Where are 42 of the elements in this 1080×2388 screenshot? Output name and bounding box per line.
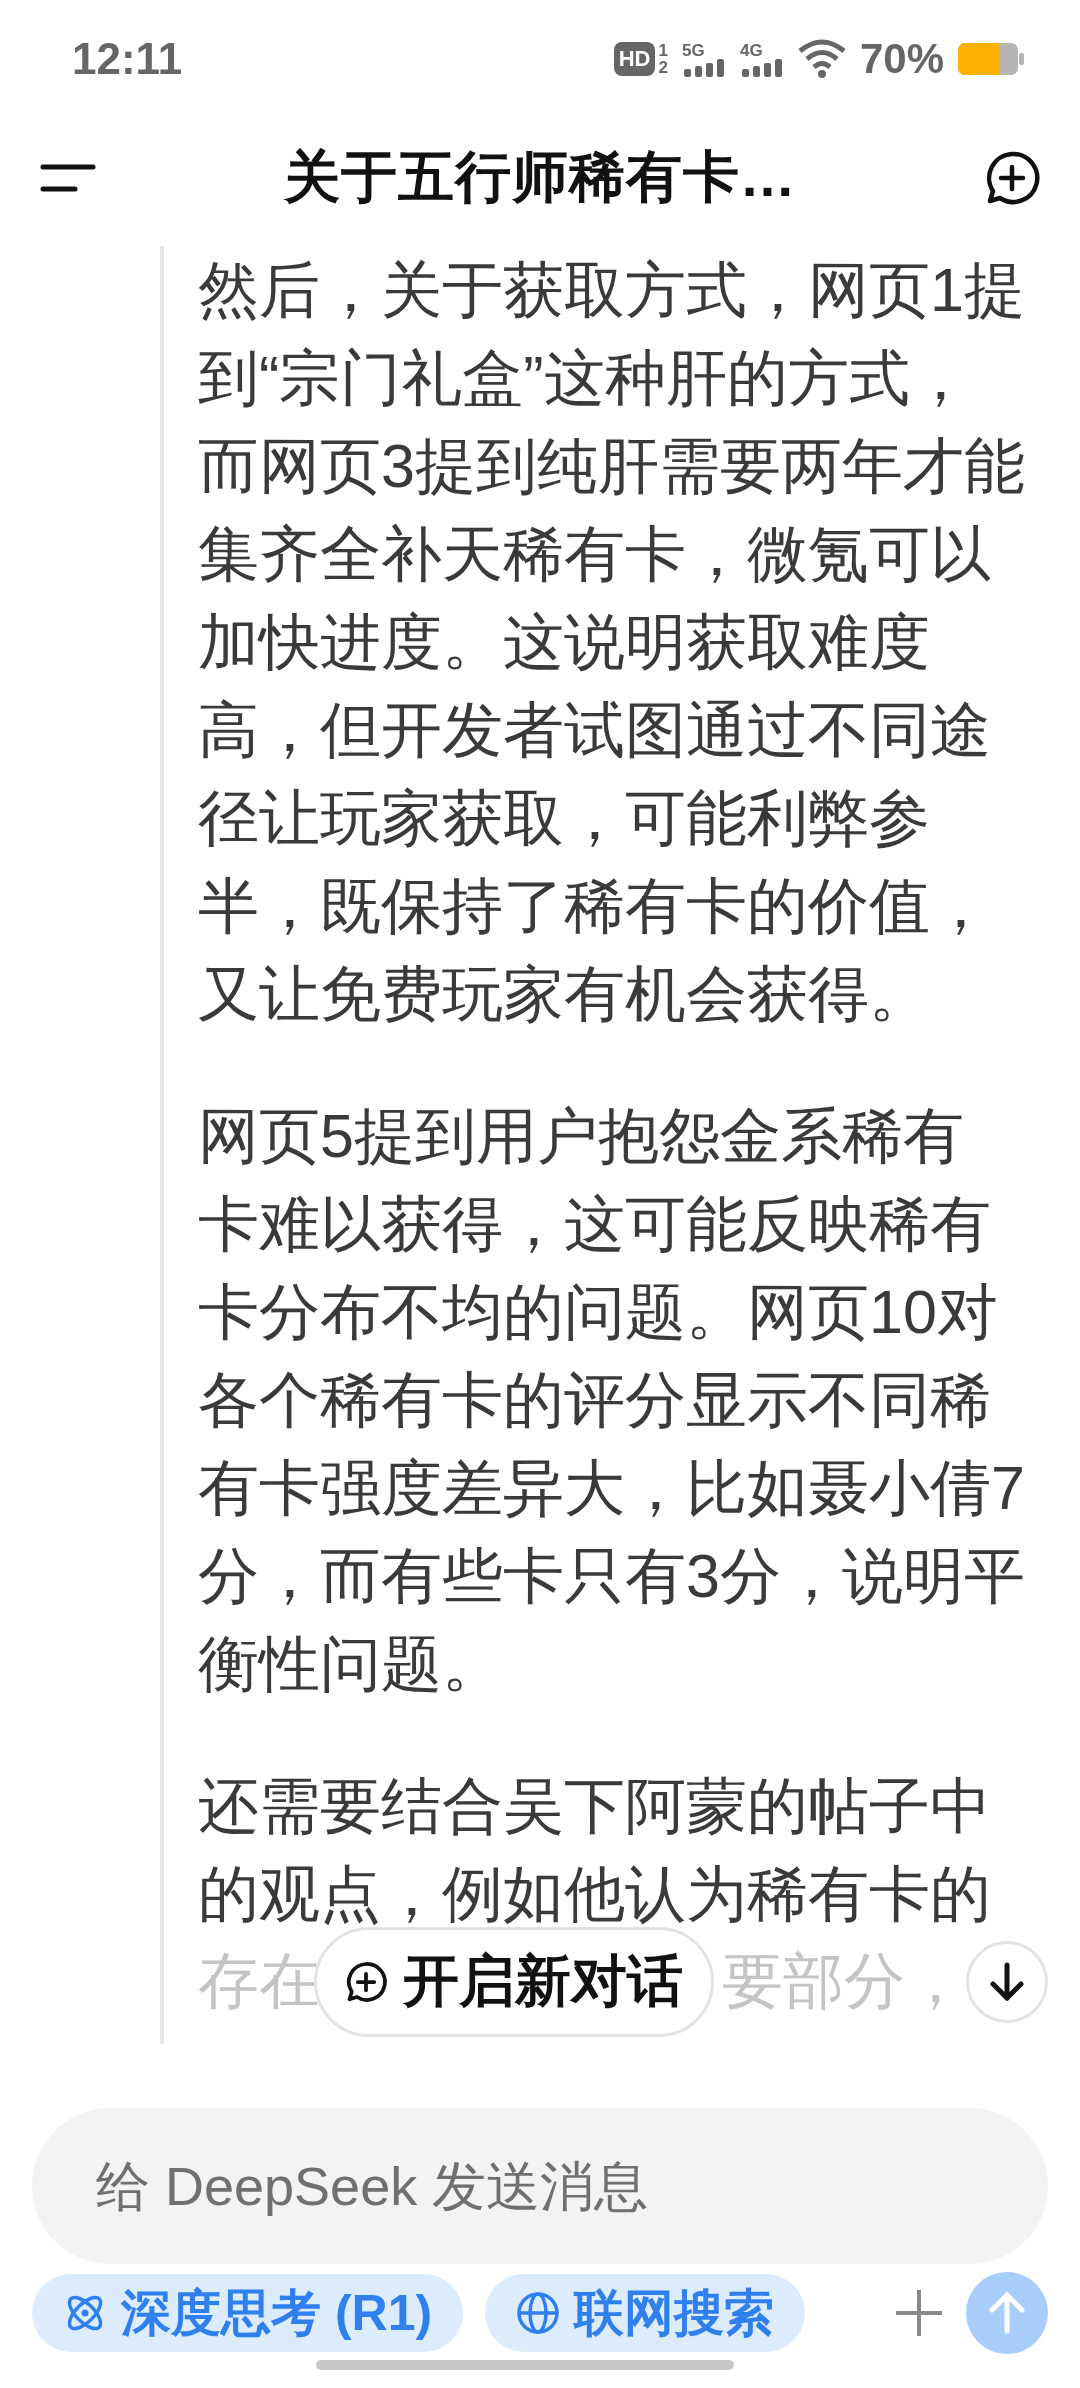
attach-button[interactable] xyxy=(894,2288,944,2338)
chat-title: 关于五行师稀有卡… xyxy=(282,144,798,210)
signal-icon xyxy=(739,58,784,77)
menu-button[interactable] xyxy=(40,163,96,193)
mode-toggle-chip[interactable]: 深度思考 (R1) xyxy=(32,2274,464,2352)
battery-percent: 70% xyxy=(859,35,944,83)
message-line: 衡性问题。 xyxy=(198,1629,504,1700)
message-line: 卡难以获得，这可能反映稀有 xyxy=(198,1189,992,1260)
message-line: 集齐全补天稀有卡，微氪可以 xyxy=(198,519,992,590)
message-line: 分，而有些卡只有3分，说明平 xyxy=(198,1541,1026,1612)
faded-text: 要部分， xyxy=(722,1946,966,2017)
signal-icon xyxy=(681,58,726,77)
plus-icon xyxy=(894,2288,944,2338)
chat-plus-icon xyxy=(984,150,1040,206)
status-time: 12:11 xyxy=(72,34,184,84)
message-line: 又让免费玩家有机会获得。 xyxy=(198,959,931,1030)
globe-icon xyxy=(516,2291,561,2335)
hd-badge: HD xyxy=(613,42,656,76)
message-line: 高，但开发者试图通过不同途 xyxy=(198,695,992,766)
chat-plus-icon xyxy=(345,1961,387,2003)
message-line: 各个稀有卡的评分显示不同稀 xyxy=(198,1365,992,1436)
message-line: 加快进度。这说明获取难度 xyxy=(198,607,931,678)
message-line: 还需要结合吴下阿蒙的帖子中 xyxy=(198,1771,992,1842)
message-line: 然后，关于获取方式，网页1提 xyxy=(198,255,1026,326)
mode-toggle-chip[interactable]: 联网搜索 xyxy=(485,2274,806,2352)
new-chat-button[interactable] xyxy=(984,150,1040,206)
wifi-icon xyxy=(797,39,846,79)
message-line: 半，既保持了稀有卡的价值， xyxy=(198,871,992,942)
sim-slot-label: 2 xyxy=(658,59,668,76)
network-label: 5G xyxy=(681,41,705,59)
message-line: 有卡强度差异大，比如聂小倩7 xyxy=(198,1453,1026,1524)
battery-icon xyxy=(958,43,1024,75)
message-line: 到“宗门礼盒”这种肝的方式， xyxy=(198,343,972,414)
message-input[interactable]: 给 DeepSeek 发送消息 xyxy=(32,2108,1048,2264)
menu-icon xyxy=(40,163,96,193)
network-label: 4G xyxy=(739,41,763,59)
message-line: 径让玩家获取，可能利弊参 xyxy=(198,783,931,854)
message-line: 卡分布不均的问题。网页10对 xyxy=(198,1277,999,1348)
message-line: 的观点，例如他认为稀有卡的 xyxy=(198,1859,992,1930)
message-line: 而网页3提到纯肝需要两年才能 xyxy=(198,431,1026,502)
sim-slot-label: 1 xyxy=(658,42,668,59)
message-line: 网页5提到用户抱怨金系稀有 xyxy=(198,1101,965,1172)
